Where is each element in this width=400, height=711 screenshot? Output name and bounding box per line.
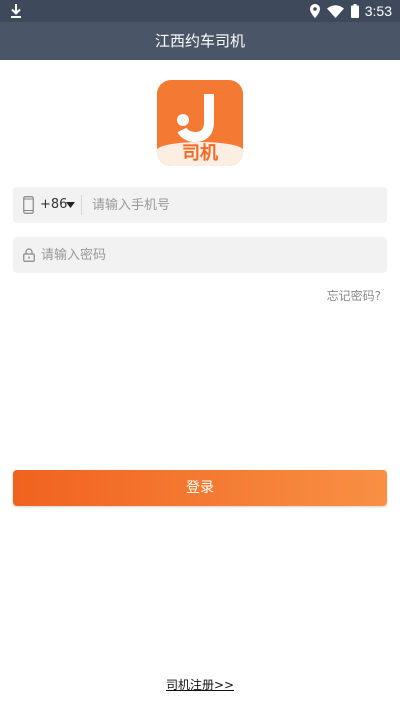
caret-down-icon[interactable] (66, 202, 75, 208)
lock-icon (23, 248, 35, 262)
logo-text: 司机 (182, 143, 218, 164)
app-logo: 司机 (157, 80, 243, 166)
forgot-password-link[interactable]: 忘记密码? (327, 287, 381, 304)
phone-input[interactable] (92, 187, 372, 223)
field-divider (81, 195, 82, 215)
battery-icon (350, 4, 359, 18)
app-header: 江西约车司机 (0, 22, 400, 60)
country-code-selector[interactable]: +86 (40, 187, 67, 223)
password-field (13, 237, 387, 273)
password-input[interactable] (41, 237, 371, 273)
status-bar: 3:53 (0, 0, 400, 22)
download-icon (11, 4, 21, 18)
phone-field: +86 (13, 187, 387, 223)
page-title: 江西约车司机 (154, 32, 245, 50)
status-indicators: 3:53 (309, 0, 392, 22)
driver-register-link[interactable]: 司机注册>> (0, 676, 400, 693)
login-button[interactable]: 登录 (13, 470, 387, 506)
phone-icon (23, 196, 34, 214)
status-time: 3:53 (364, 3, 392, 19)
location-icon (309, 4, 320, 18)
wifi-icon (326, 4, 344, 18)
